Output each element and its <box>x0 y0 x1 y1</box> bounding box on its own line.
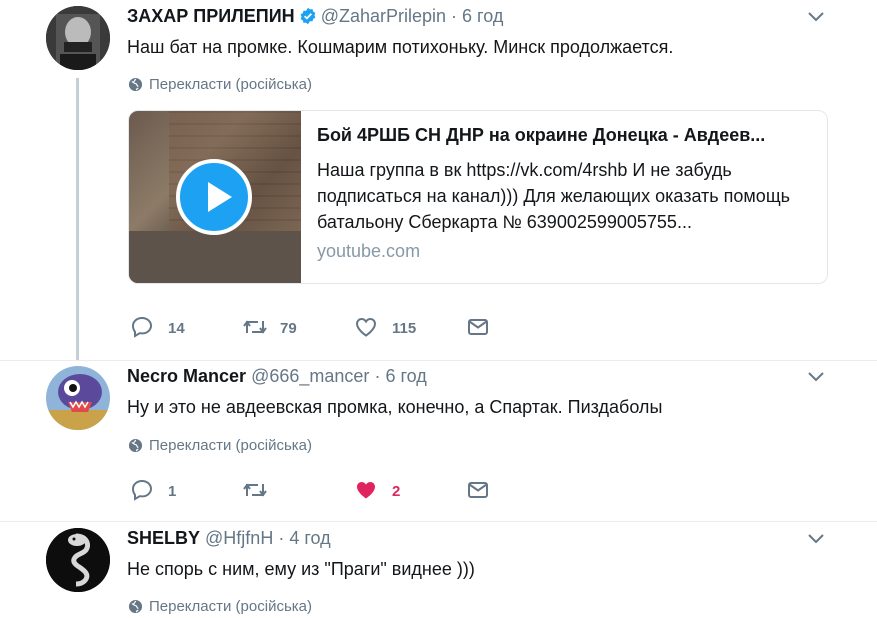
translate-link[interactable]: Перекласти (російська) <box>128 76 312 96</box>
reply-icon <box>131 316 153 338</box>
card-title: Бой 4РШБ СН ДНР на окраине Донецка - Авд… <box>317 125 766 145</box>
tweet[interactable]: SHELBY @HfjfnH · 4 год Не спорь с ним, е… <box>0 522 877 615</box>
avatar-image <box>46 366 110 430</box>
link-card[interactable]: Бой 4РШБ СН ДНР на окраине Донецка - Авд… <box>128 110 828 284</box>
chevron-down-icon[interactable] <box>806 370 826 384</box>
chevron-down-icon[interactable] <box>806 532 826 546</box>
tweet-header: Necro Mancer @666_mancer · 6 год <box>127 366 427 387</box>
display-name[interactable]: ЗАХАР ПРИЛЕПИН <box>127 6 295 26</box>
separator: · <box>374 366 381 386</box>
like-icon <box>357 482 375 499</box>
reply-count: 14 <box>168 320 185 337</box>
avatar[interactable] <box>46 528 110 592</box>
card-domain: youtube.com <box>317 241 421 261</box>
reply-count: 1 <box>168 483 177 500</box>
translate-link[interactable]: Перекласти (російська) <box>128 598 312 618</box>
tweet-header: ЗАХАР ПРИЛЕПИН @ZaharPrilepin · 6 год <box>127 6 503 30</box>
reply-icon <box>131 479 153 501</box>
separator: · <box>451 6 458 26</box>
translate-link[interactable]: Перекласти (російська) <box>128 437 312 457</box>
tweet-text: Ну и это не авдеевская промка, конечно, … <box>127 397 663 417</box>
handle[interactable]: @HfjfnH <box>205 528 273 548</box>
like-count: 2 <box>392 483 401 500</box>
tweet-text: Наш бат на промке. Кошмарим потихоньку. … <box>127 37 674 57</box>
retweet-icon <box>243 320 267 334</box>
handle[interactable]: @666_mancer <box>251 366 369 386</box>
mail-icon <box>468 319 488 335</box>
tweet[interactable]: ЗАХАР ПРИЛЕПИН @ZaharPrilepin · 6 год Наш… <box>0 0 877 360</box>
retweet-count: 79 <box>280 320 297 337</box>
chevron-down-icon[interactable] <box>806 10 826 24</box>
video-thumbnail[interactable] <box>129 111 301 283</box>
timestamp[interactable]: 6 год <box>462 6 503 26</box>
separator: · <box>278 528 285 548</box>
avatar-image <box>46 6 110 70</box>
play-icon[interactable] <box>176 159 252 235</box>
handle[interactable]: @ZaharPrilepin <box>321 6 446 26</box>
avatar-image <box>46 528 110 592</box>
display-name[interactable]: Necro Mancer <box>127 366 246 386</box>
avatar[interactable] <box>46 366 110 430</box>
timestamp[interactable]: 6 год <box>385 366 426 386</box>
translate-label: Перекласти (російська) <box>149 598 312 615</box>
display-name[interactable]: SHELBY <box>127 528 200 548</box>
tweet[interactable]: Necro Mancer @666_mancer · 6 год Ну и эт… <box>0 360 877 520</box>
card-description: Наша группа в вк https://vk.com/4rshb И … <box>317 160 791 232</box>
avatar[interactable] <box>46 6 110 70</box>
tweet-header: SHELBY @HfjfnH · 4 год <box>127 528 331 549</box>
translate-label: Перекласти (російська) <box>149 437 312 454</box>
globe-icon <box>128 438 143 457</box>
timestamp[interactable]: 4 год <box>289 528 330 548</box>
like-count: 115 <box>392 320 417 337</box>
tweet-text: Не спорь с ним, ему из "Праги" виднее ))… <box>127 559 475 579</box>
translate-label: Перекласти (російська) <box>149 76 312 93</box>
globe-icon <box>128 77 143 96</box>
verified-icon <box>299 7 317 30</box>
like-icon <box>355 317 377 337</box>
globe-icon <box>128 599 143 618</box>
mail-icon <box>468 482 488 498</box>
retweet-icon <box>243 483 267 497</box>
